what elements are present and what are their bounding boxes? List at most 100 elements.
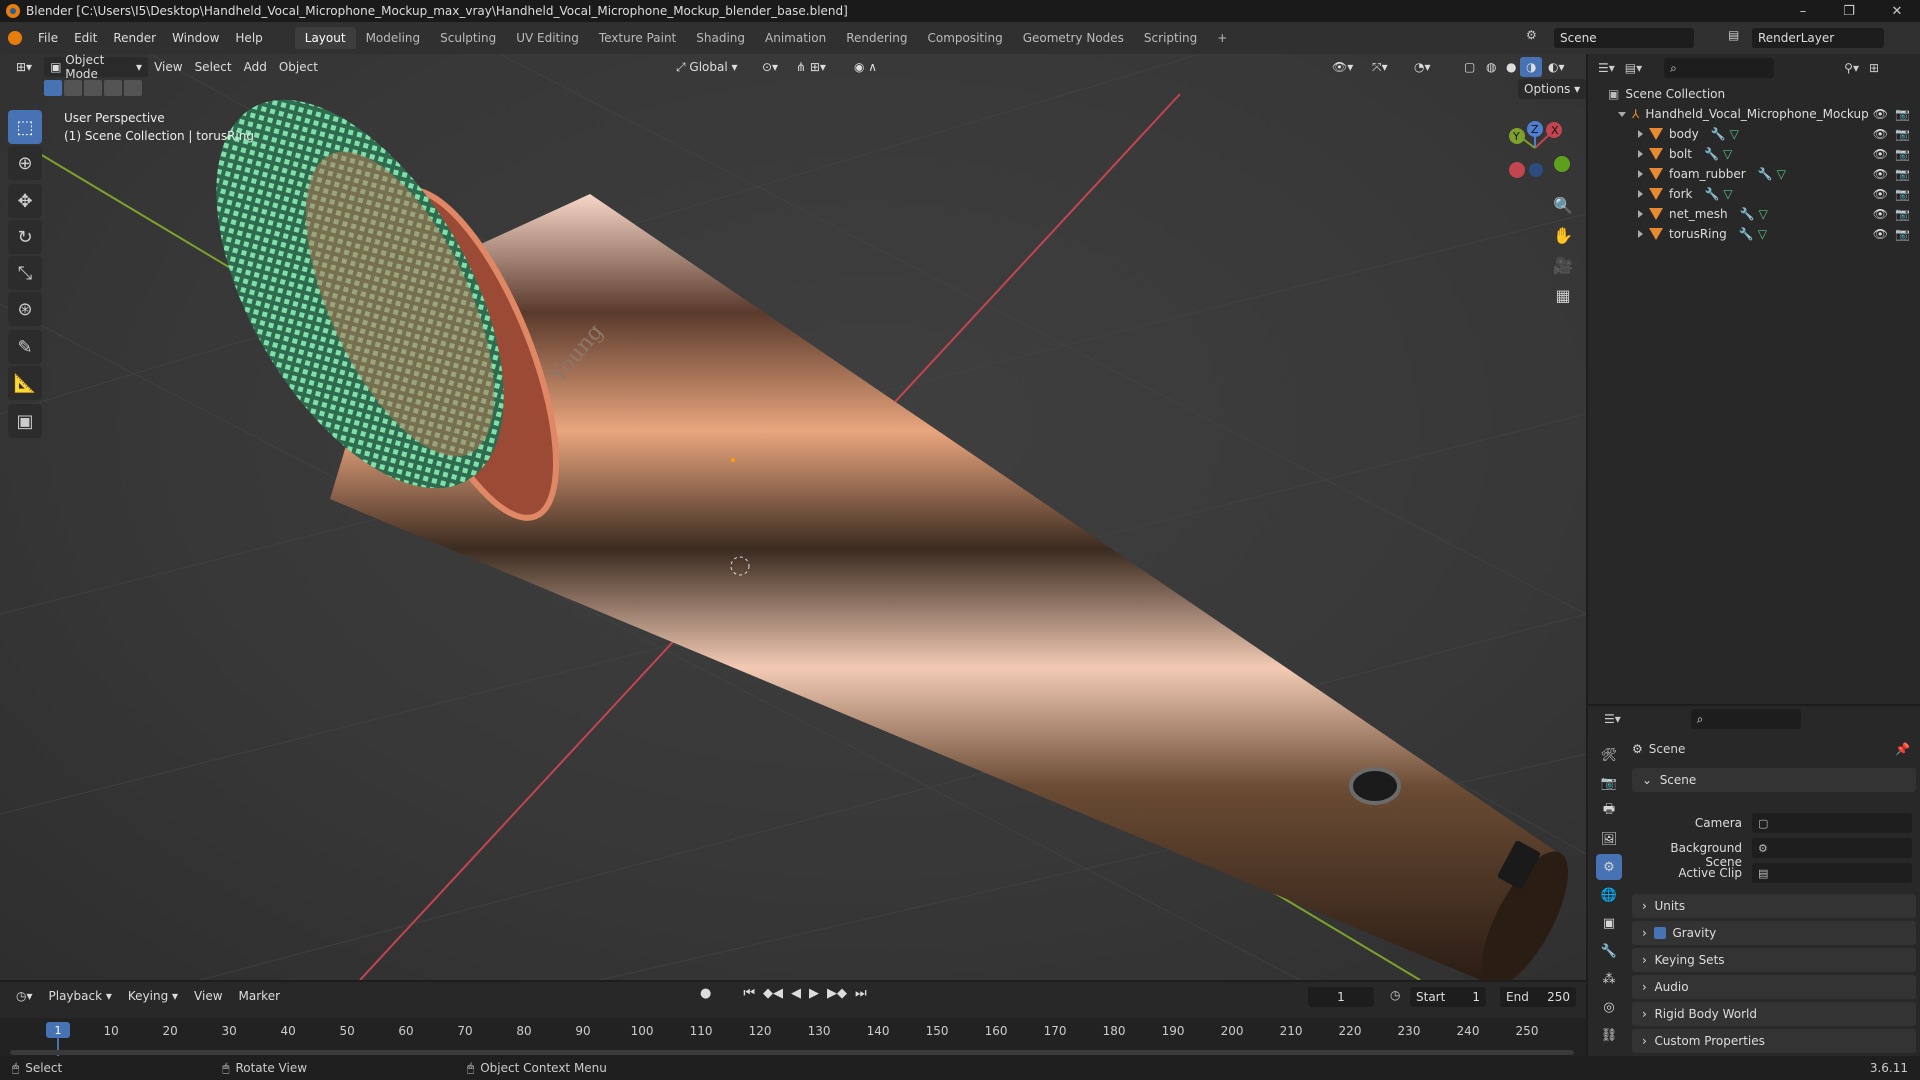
constraints-tab-icon[interactable]: ⛓ — [1596, 1022, 1622, 1048]
list-item[interactable]: foam_rubber 🔧 ▽ 👁 📷 — [1588, 164, 1918, 184]
add-workspace-button[interactable]: + — [1207, 27, 1237, 49]
end-frame-field[interactable]: End 250 — [1500, 987, 1576, 1007]
new-collection-icon[interactable]: ⊞ — [1869, 61, 1879, 75]
next-keyframe-icon[interactable]: ▶◆ — [827, 986, 847, 1001]
current-frame-field[interactable]: 1 — [1308, 987, 1374, 1007]
snap-icon[interactable]: ⋔ ⊞▾ — [790, 57, 832, 77]
rigid-body-world-panel-header[interactable]: › Rigid Body World — [1632, 1002, 1916, 1026]
expand-arrow-icon[interactable] — [1638, 130, 1643, 138]
filter-icon[interactable]: ⚲▾ — [1844, 61, 1859, 75]
scene-tab-icon[interactable]: ⚙ — [1596, 854, 1622, 880]
render-tab-icon[interactable]: 📷 — [1596, 770, 1622, 796]
expand-arrow-icon[interactable] — [1638, 150, 1643, 158]
shading-rendered-icon[interactable]: ◐▾ — [1542, 57, 1571, 77]
audio-panel-header[interactable]: › Audio — [1632, 975, 1916, 999]
tab-animation[interactable]: Animation — [755, 27, 836, 49]
marker-menu[interactable]: Marker — [233, 986, 286, 1006]
tab-texture-paint[interactable]: Texture Paint — [589, 27, 686, 49]
camera-icon[interactable]: 📷 — [1895, 147, 1910, 161]
select-subtract-icon[interactable] — [84, 80, 102, 96]
proportional-edit-icon[interactable]: ◉ ∧ — [848, 57, 883, 77]
tab-geometry-nodes[interactable]: Geometry Nodes — [1013, 27, 1134, 49]
menu-file[interactable]: File — [30, 31, 66, 45]
minimize-button[interactable]: – — [1780, 0, 1826, 22]
play-reverse-icon[interactable]: ◀ — [791, 986, 801, 1001]
start-frame-field[interactable]: Start 1 — [1410, 987, 1486, 1007]
timeline-scrollbar[interactable] — [10, 1050, 1574, 1055]
keying-menu[interactable]: Keying ▾ — [122, 986, 184, 1006]
menu-object[interactable]: Object — [273, 57, 324, 77]
camera-icon[interactable]: 📷 — [1895, 207, 1910, 221]
eye-icon[interactable]: 👁 — [1873, 127, 1888, 141]
transform-tool-icon[interactable]: ⊛ — [8, 292, 42, 326]
ortho-grid-icon[interactable]: ▦ — [1548, 280, 1578, 310]
visibility-icon[interactable]: 👁▾ — [1326, 57, 1359, 77]
list-item[interactable]: net_mesh 🔧 ▽ 👁 📷 — [1588, 204, 1918, 224]
add-cube-tool-icon[interactable]: ▣ — [8, 404, 42, 438]
outliner-search-input[interactable]: ⌕ — [1664, 58, 1775, 78]
tab-modeling[interactable]: Modeling — [356, 27, 431, 49]
scale-tool-icon[interactable]: ⤡ — [8, 256, 42, 290]
camera-icon[interactable]: 📷 — [1895, 107, 1910, 121]
tab-sculpting[interactable]: Sculpting — [430, 27, 506, 49]
maximize-button[interactable]: ❐ — [1826, 0, 1872, 22]
menu-select[interactable]: Select — [189, 57, 238, 77]
expand-arrow-icon[interactable] — [1638, 210, 1643, 218]
world-tab-icon[interactable]: 🌐 — [1596, 882, 1622, 908]
mode-selector[interactable]: ▣ Object Mode ▾ — [44, 53, 149, 81]
gravity-panel-header[interactable]: › Gravity — [1632, 921, 1916, 945]
pin-icon[interactable]: 📌 — [1895, 742, 1910, 756]
render-layer-selector[interactable]: RenderLayer — [1752, 28, 1884, 48]
eye-icon[interactable]: 👁 — [1873, 207, 1888, 221]
list-item[interactable]: body 🔧 ▽ 👁 📷 — [1588, 124, 1918, 144]
gizmo-toggle-icon[interactable]: ⤧▾ — [1366, 57, 1394, 77]
output-tab-icon[interactable]: 🖶 — [1596, 798, 1622, 824]
menu-render[interactable]: Render — [105, 31, 164, 45]
scene-selector[interactable]: Scene — [1554, 28, 1694, 48]
close-button[interactable]: ✕ — [1874, 0, 1920, 22]
select-invert-icon[interactable] — [104, 80, 122, 96]
display-mode-icon[interactable]: ▤▾ — [1625, 61, 1642, 75]
camera-icon[interactable]: 📷 — [1895, 167, 1910, 181]
preview-range-icon[interactable]: ◷ — [1390, 988, 1400, 1002]
menu-view[interactable]: View — [148, 57, 188, 77]
overlay-toggle-icon[interactable]: ◔▾ — [1408, 57, 1437, 77]
camera-view-icon[interactable]: 🎥 — [1548, 250, 1578, 280]
timeline-editor-icon[interactable]: ◷▾ — [10, 986, 39, 1006]
background-scene-field[interactable]: ⚙ — [1752, 838, 1912, 858]
tab-rendering[interactable]: Rendering — [836, 27, 917, 49]
xray-icon[interactable]: ▢ — [1458, 57, 1481, 77]
blender-menu-icon[interactable] — [0, 31, 30, 45]
measure-tool-icon[interactable]: 📐 — [8, 366, 42, 400]
tab-shading[interactable]: Shading — [686, 27, 755, 49]
annotate-tool-icon[interactable]: ✎ — [8, 330, 42, 364]
list-item[interactable]: torusRing 🔧 ▽ 👁 📷 — [1588, 224, 1918, 244]
list-item[interactable]: bolt 🔧 ▽ 👁 📷 — [1588, 144, 1918, 164]
select-extend-icon[interactable] — [64, 80, 82, 96]
select-new-icon[interactable] — [44, 80, 62, 96]
zoom-icon[interactable]: 🔍 — [1548, 190, 1578, 220]
camera-field[interactable]: ▢ — [1752, 813, 1912, 833]
eye-icon[interactable]: 👁 — [1873, 107, 1888, 121]
eye-icon[interactable]: 👁 — [1873, 187, 1888, 201]
transform-orientation[interactable]: ⤢ Global ▾ — [670, 57, 744, 77]
expand-arrow-icon[interactable] — [1638, 190, 1643, 198]
select-intersect-icon[interactable] — [124, 80, 142, 96]
modifier-tab-icon[interactable]: 🔧 — [1596, 938, 1622, 964]
pan-hand-icon[interactable]: ✋ — [1548, 220, 1578, 250]
play-icon[interactable]: ▶ — [809, 986, 819, 1001]
particles-tab-icon[interactable]: ⁂ — [1596, 966, 1622, 992]
jump-end-icon[interactable]: ⏭ — [855, 986, 867, 1001]
properties-search-input[interactable]: ⌕ — [1690, 709, 1801, 729]
cursor-tool-icon[interactable]: ⊕ — [8, 146, 42, 180]
tab-layout[interactable]: Layout — [294, 27, 356, 49]
prev-keyframe-icon[interactable]: ◆◀ — [763, 986, 783, 1001]
list-item[interactable]: fork 🔧 ▽ 👁 📷 — [1588, 184, 1918, 204]
gravity-checkbox[interactable] — [1654, 927, 1667, 939]
tab-uv-editing[interactable]: UV Editing — [506, 27, 589, 49]
outliner-editor-icon[interactable]: ☰▾ — [1598, 61, 1615, 75]
object-tab-icon[interactable]: ▣ — [1596, 910, 1622, 936]
expand-arrow-icon[interactable] — [1638, 230, 1643, 238]
outliner-root[interactable]: ▣ Scene Collection — [1588, 84, 1918, 104]
record-icon[interactable]: ● — [700, 986, 711, 1001]
